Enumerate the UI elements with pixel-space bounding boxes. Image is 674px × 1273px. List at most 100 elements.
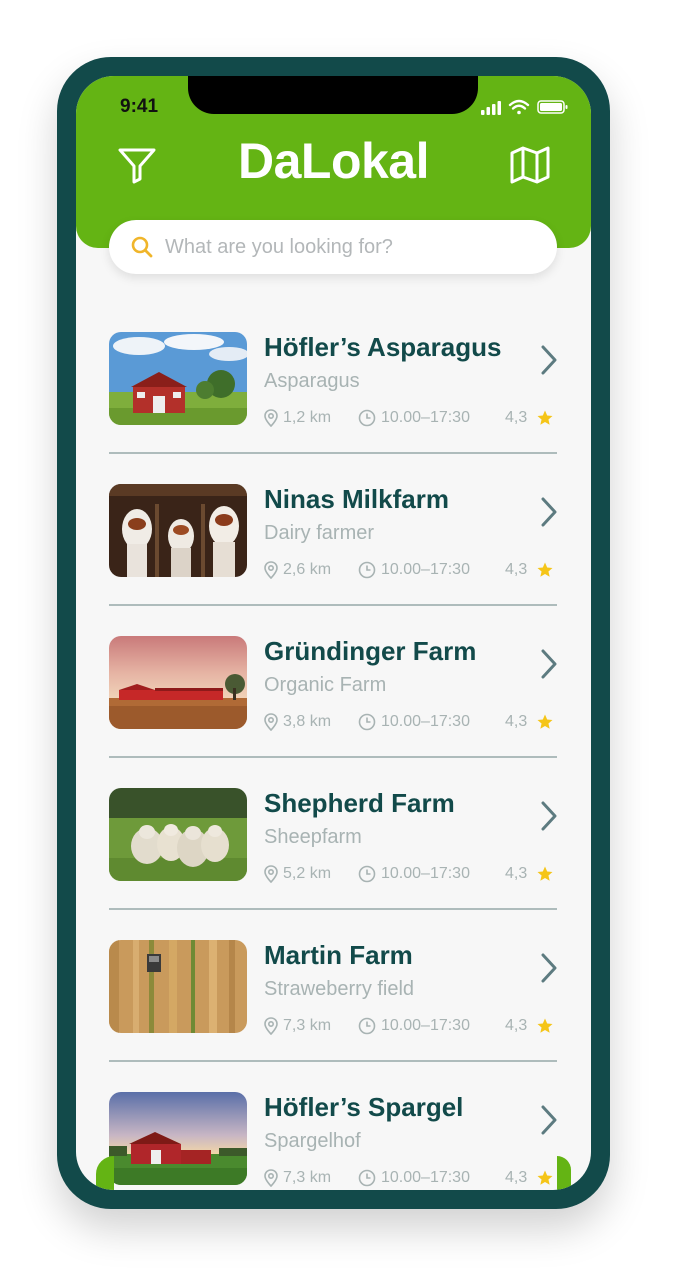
farm-name: Martin Farm — [264, 940, 413, 970]
farm-card[interactable]: Höfler’s Asparagus Asparagus 1,2 km 10.0… — [109, 332, 557, 484]
farm-name: Gründinger Farm — [264, 636, 477, 666]
farm-category: Asparagus — [264, 370, 360, 392]
rating-text: 4,3 — [505, 1169, 528, 1186]
star-icon — [537, 866, 553, 881]
divider — [109, 604, 557, 606]
farm-name: Höfler’s Spargel — [264, 1092, 464, 1122]
farm-photo — [109, 1092, 247, 1185]
clock-icon — [358, 1017, 376, 1035]
farm-card[interactable]: Gründinger Farm Organic Farm 3,8 km 10.0… — [109, 636, 557, 788]
farm-distance: 7,3 km — [264, 1017, 331, 1035]
rating-text: 4,3 — [505, 561, 528, 578]
star-icon — [537, 714, 553, 729]
hours-text: 10.00–17:30 — [381, 865, 470, 882]
location-pin-icon — [264, 865, 278, 883]
clock-icon — [358, 865, 376, 883]
hours-text: 10.00–17:30 — [381, 713, 470, 730]
farm-distance: 2,6 km — [264, 561, 331, 579]
farm-card[interactable]: Martin Farm Straweberry field 7,3 km 10.… — [109, 940, 557, 1092]
hours-text: 10.00–17:30 — [381, 561, 470, 578]
location-pin-icon — [264, 561, 278, 579]
chevron-right-icon[interactable] — [539, 496, 559, 528]
farm-rating: 4,3 — [505, 409, 554, 427]
search-bar[interactable]: What are you looking for? — [109, 220, 557, 274]
farm-distance: 1,2 km — [264, 409, 331, 427]
farm-photo — [109, 636, 247, 729]
farm-category: Sheepfarm — [264, 826, 362, 848]
divider — [109, 756, 557, 758]
device-notch — [188, 76, 478, 114]
farm-card[interactable]: Höfler’s Spargel Spargelhof 7,3 km 10.00… — [109, 1092, 557, 1190]
rating-text: 4,3 — [505, 1017, 528, 1034]
star-icon — [537, 1170, 553, 1185]
hours-text: 10.00–17:30 — [381, 1017, 470, 1034]
farm-name: Höfler’s Asparagus — [264, 332, 502, 362]
farm-rating: 4,3 — [505, 713, 554, 731]
chevron-right-icon[interactable] — [539, 800, 559, 832]
clock-icon — [358, 713, 376, 731]
chevron-right-icon[interactable] — [539, 952, 559, 984]
farm-rating: 4,3 — [505, 1017, 554, 1035]
farm-rating: 4,3 — [505, 1169, 554, 1187]
farm-hours: 10.00–17:30 — [358, 561, 470, 579]
farm-hours: 10.00–17:30 — [358, 1169, 470, 1187]
location-pin-icon — [264, 409, 278, 427]
search-input[interactable]: What are you looking for? — [165, 236, 393, 259]
map-button[interactable] — [509, 144, 551, 186]
divider — [109, 1060, 557, 1062]
status-icons — [481, 99, 568, 115]
distance-text: 5,2 km — [283, 865, 332, 882]
distance-text: 2,6 km — [283, 561, 332, 578]
distance-text: 7,3 km — [283, 1017, 332, 1034]
farm-category: Spargelhof — [264, 1130, 361, 1152]
chevron-right-icon[interactable] — [539, 648, 559, 680]
farm-photo — [109, 788, 247, 881]
location-pin-icon — [264, 713, 278, 731]
hours-text: 10.00–17:30 — [381, 409, 470, 426]
map-icon — [510, 146, 550, 184]
farm-distance: 7,3 km — [264, 1169, 331, 1187]
farm-distance: 5,2 km — [264, 865, 331, 883]
farm-card[interactable]: Ninas Milkfarm Dairy farmer 2,6 km 10.00… — [109, 484, 557, 636]
location-pin-icon — [264, 1017, 278, 1035]
app-screen: Höfler’s Asparagus Asparagus 1,2 km 10.0… — [76, 76, 591, 1190]
farm-photo — [109, 484, 247, 577]
battery-icon — [537, 100, 568, 114]
divider — [109, 452, 557, 454]
hours-text: 10.00–17:30 — [381, 1169, 470, 1186]
farm-rating: 4,3 — [505, 561, 554, 579]
distance-text: 1,2 km — [283, 409, 332, 426]
cellular-signal-icon — [481, 101, 501, 115]
star-icon — [537, 410, 553, 425]
farm-photo — [109, 940, 247, 1033]
clock-icon — [358, 409, 376, 427]
farm-category: Dairy farmer — [264, 522, 375, 544]
farm-hours: 10.00–17:30 — [358, 865, 470, 883]
farm-rating: 4,3 — [505, 865, 554, 883]
farm-name: Ninas Milkfarm — [264, 484, 449, 514]
rating-text: 4,3 — [505, 409, 528, 426]
rating-text: 4,3 — [505, 713, 528, 730]
chevron-right-icon[interactable] — [539, 344, 559, 376]
phone-frame: Höfler’s Asparagus Asparagus 1,2 km 10.0… — [57, 57, 610, 1209]
distance-text: 3,8 km — [283, 713, 332, 730]
decorative-leaf — [557, 1156, 571, 1190]
decorative-leaf — [96, 1156, 114, 1190]
star-icon — [537, 1018, 553, 1033]
rating-text: 4,3 — [505, 865, 528, 882]
clock-icon — [358, 1169, 376, 1187]
location-pin-icon — [264, 1169, 278, 1187]
wifi-icon — [508, 99, 530, 115]
farm-category: Straweberry field — [264, 978, 415, 1000]
farm-card[interactable]: Shepherd Farm Sheepfarm 5,2 km 10.00–17:… — [109, 788, 557, 940]
farm-category: Organic Farm — [264, 674, 387, 696]
farm-name: Shepherd Farm — [264, 788, 455, 818]
status-time: 9:41 — [120, 96, 159, 117]
search-icon — [131, 236, 153, 258]
chevron-right-icon[interactable] — [539, 1104, 559, 1136]
farm-hours: 10.00–17:30 — [358, 409, 470, 427]
farm-distance: 3,8 km — [264, 713, 331, 731]
farm-photo — [109, 332, 247, 425]
distance-text: 7,3 km — [283, 1169, 332, 1186]
farm-hours: 10.00–17:30 — [358, 713, 470, 731]
